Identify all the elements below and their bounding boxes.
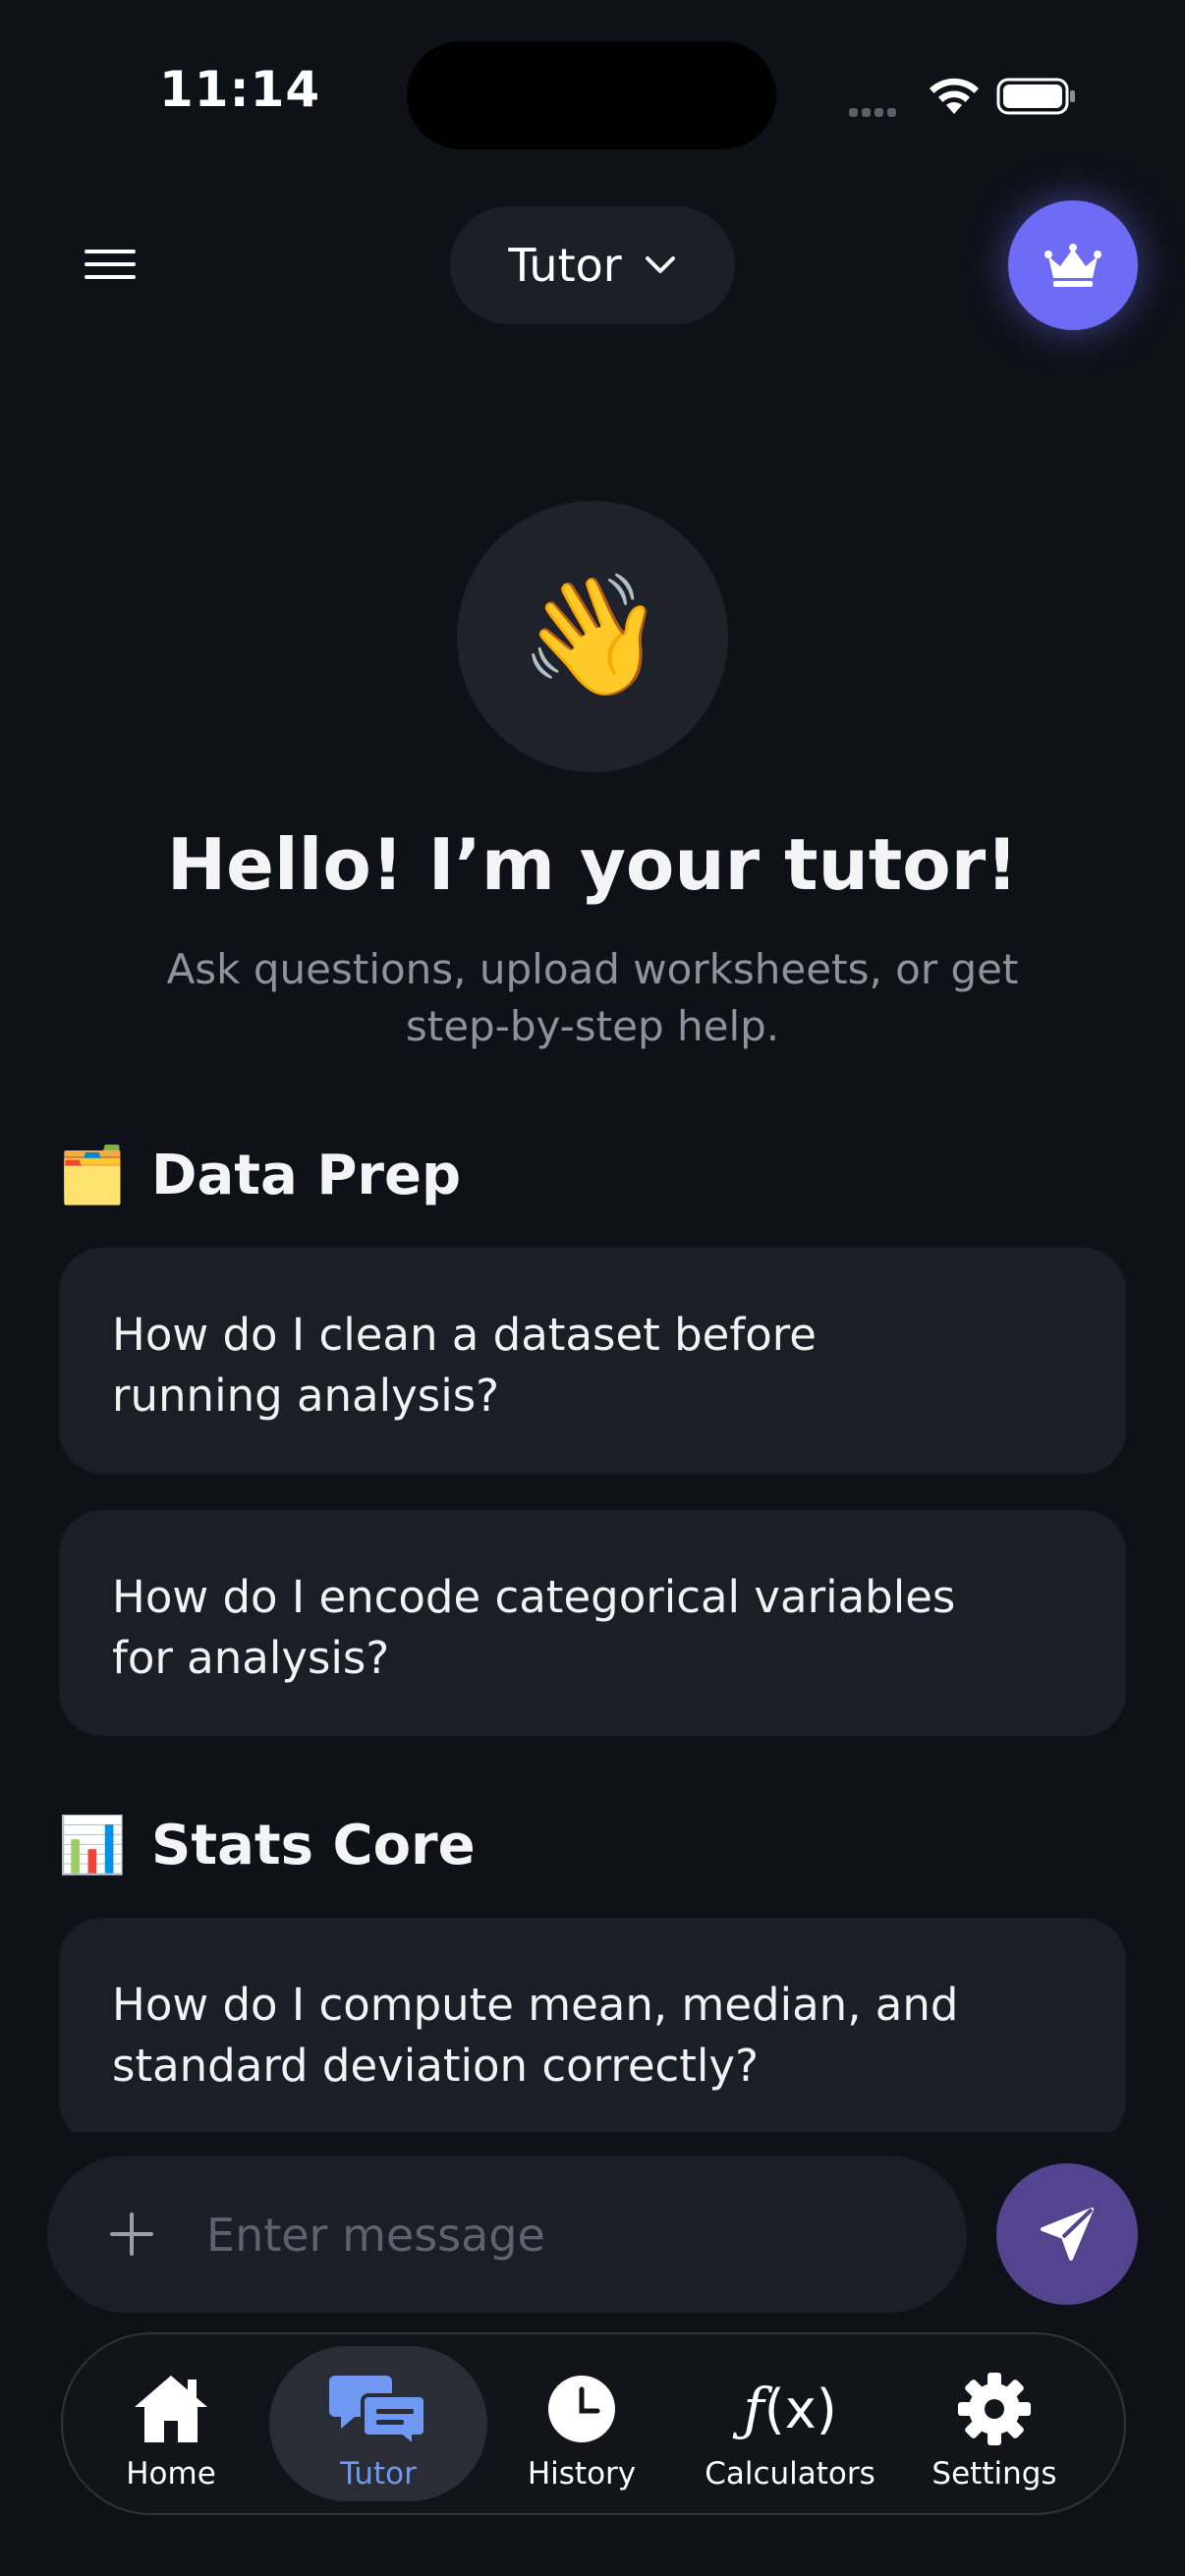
tab-tutor[interactable]: Tutor [269,2346,487,2501]
tab-label: Calculators [705,2456,875,2492]
tab-home[interactable]: Home [96,2346,246,2501]
bar-chart-icon: 📊 [58,1814,127,1877]
tab-history[interactable]: History [503,2346,660,2501]
suggested-prompt[interactable]: How do I clean a dataset before running … [59,1248,1126,1474]
paper-plane-icon [1041,2208,1094,2261]
waving-hand-icon: 👋 [519,568,666,704]
gear-icon [957,2370,1032,2448]
send-button[interactable] [996,2163,1138,2305]
function-icon: ƒ (x) [743,2376,837,2442]
plus-icon[interactable] [108,2211,155,2258]
tab-calculators[interactable]: ƒ (x) Calculators [692,2346,888,2501]
message-input[interactable] [204,2195,916,2275]
tab-label: Tutor [340,2456,417,2492]
section-title: Stats Core [151,1813,476,1877]
message-composer [47,2156,967,2313]
tab-label: History [527,2456,637,2492]
bottom-tab-bar: Home Tutor History ƒ (x) Calculators Set… [61,2332,1126,2515]
content-scroll-area[interactable]: 👋 Hello! I’m your tutor! Ask questions, … [0,0,1185,2132]
suggested-prompt-text: How do I compute mean, median, and stand… [112,1979,959,2092]
suggested-prompt-text: How do I encode categorical variables fo… [112,1571,956,1684]
suggested-prompt[interactable]: How do I encode categorical variables fo… [59,1510,1126,1736]
greeting-avatar: 👋 [457,501,728,772]
suggested-prompt-text: How do I clean a dataset before running … [112,1309,817,1422]
section-header-stats-core: 📊 Stats Core [58,1811,476,1879]
home-icon [131,2370,211,2448]
section-title: Data Prep [151,1143,462,1207]
tab-label: Home [126,2456,216,2492]
greeting-title: Hello! I’m your tutor! [166,823,1019,906]
tab-label: Settings [931,2456,1057,2492]
greeting-subtitle: Ask questions, upload worksheets, or get… [166,945,1019,1050]
chat-bubbles-icon [329,2370,427,2448]
suggested-prompt[interactable]: How do I compute mean, median, and stand… [59,1918,1126,2132]
clock-icon [546,2370,617,2448]
card-file-box-icon: 🗂️ [58,1144,127,1207]
section-header-data-prep: 🗂️ Data Prep [58,1141,462,1209]
tab-settings[interactable]: Settings [916,2346,1073,2501]
